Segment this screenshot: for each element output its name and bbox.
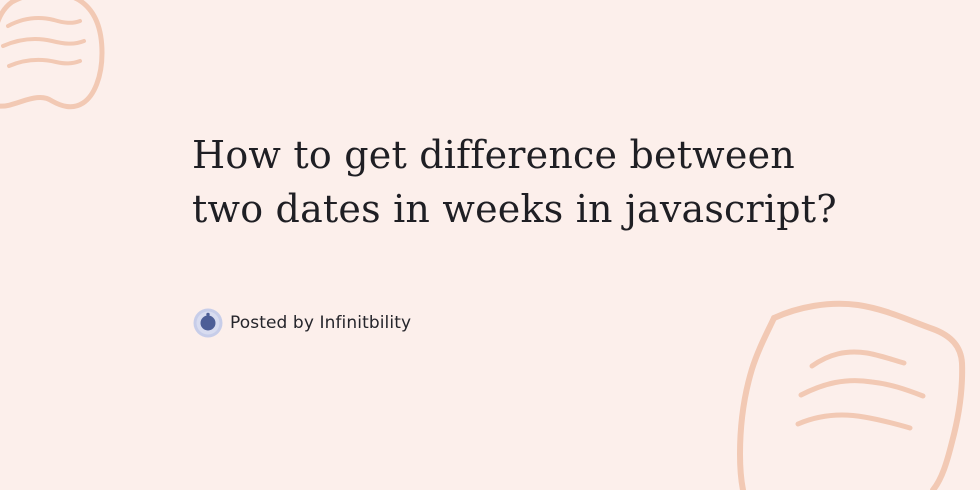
author-label: Posted by Infinitbility <box>230 313 412 333</box>
speech-bubble-doodle-icon <box>0 0 105 110</box>
note-doodle-icon <box>737 300 966 490</box>
post-title-line-1: How to get difference between <box>192 133 795 177</box>
post-cover: How to get difference between two dates … <box>0 0 980 490</box>
post-title: How to get difference between two dates … <box>192 128 952 236</box>
post-title-line-2: two dates in weeks in javascript? <box>192 187 837 231</box>
avatar-icon <box>193 308 223 338</box>
author-byline: Posted by Infinitbility <box>192 307 411 339</box>
